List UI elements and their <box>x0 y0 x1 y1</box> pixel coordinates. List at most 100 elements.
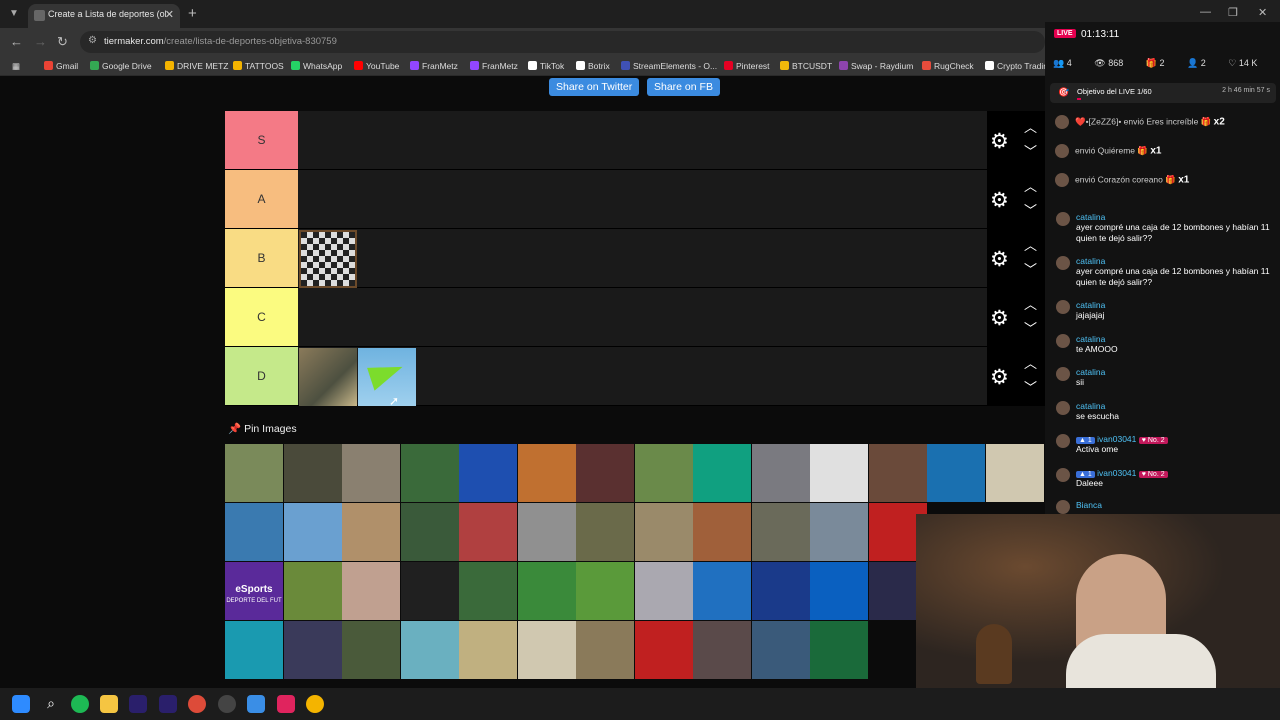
pool-image[interactable] <box>751 503 810 561</box>
spotify-icon[interactable] <box>71 695 89 713</box>
pool-image[interactable] <box>576 503 634 561</box>
chevron-up-icon[interactable]: ︿ <box>1024 117 1037 136</box>
pool-image[interactable] <box>400 562 459 620</box>
file-explorer-icon[interactable] <box>100 695 118 713</box>
tier-label[interactable]: S <box>225 111 298 169</box>
bookmark-5[interactable]: YouTube <box>354 61 399 71</box>
gear-icon[interactable]: ⚙ <box>990 247 1009 272</box>
chevron-up-icon[interactable]: ︿ <box>1024 235 1037 254</box>
bookmark-13[interactable]: Swap - Raydium <box>839 61 913 71</box>
pool-image[interactable] <box>225 444 283 502</box>
pool-image[interactable] <box>634 503 693 561</box>
bookmark-0[interactable]: Gmail <box>44 61 78 71</box>
tier-item-military[interactable] <box>299 348 357 406</box>
pool-image[interactable]: eSports DEPORTE DEL FUT <box>225 562 283 620</box>
pool-image[interactable] <box>693 621 751 679</box>
tier-row-s[interactable]: S <box>225 111 987 170</box>
pool-image[interactable] <box>576 621 634 679</box>
pool-image[interactable] <box>751 621 810 679</box>
chrome-active-icon[interactable] <box>306 695 324 713</box>
pool-image[interactable] <box>985 444 1044 502</box>
tier-label[interactable]: D <box>225 347 298 405</box>
pool-image[interactable] <box>283 503 342 561</box>
avatar[interactable] <box>1056 401 1070 415</box>
pin-images-header[interactable]: 📌 Pin Images <box>228 422 297 435</box>
chevron-down-icon[interactable]: ﹀ <box>1024 318 1037 337</box>
pool-image[interactable] <box>517 621 576 679</box>
pool-image[interactable] <box>283 621 342 679</box>
pool-image[interactable] <box>751 444 810 502</box>
avatar[interactable] <box>1056 367 1070 381</box>
premiere-icon[interactable] <box>129 695 147 713</box>
chevron-up-icon[interactable]: ︿ <box>1024 353 1037 372</box>
tier-item-chess[interactable] <box>299 230 357 288</box>
bookmark-7[interactable]: FranMetz <box>470 61 518 71</box>
pool-image[interactable] <box>868 444 927 502</box>
avatar[interactable] <box>1056 434 1070 448</box>
chevron-up-icon[interactable]: ︿ <box>1024 176 1037 195</box>
avatar[interactable] <box>1056 500 1070 514</box>
pool-image[interactable] <box>342 621 400 679</box>
pool-image[interactable] <box>225 503 283 561</box>
avatar[interactable] <box>1056 256 1070 270</box>
tier-row-c[interactable]: C <box>225 288 987 347</box>
pool-image[interactable] <box>459 444 517 502</box>
window-close-icon[interactable]: ✕ <box>1258 6 1267 19</box>
after-effects-icon[interactable] <box>159 695 177 713</box>
avatar[interactable] <box>1056 212 1070 226</box>
bookmark-3[interactable]: TATTOOS <box>233 61 284 71</box>
bookmark-2[interactable]: DRIVE METZ <box>165 61 228 71</box>
tier-label[interactable]: A <box>225 170 298 228</box>
reload-icon[interactable]: ↻ <box>57 34 68 50</box>
bookmark-4[interactable]: WhatsApp <box>291 61 342 71</box>
pool-image[interactable] <box>751 562 810 620</box>
pool-image[interactable] <box>342 444 400 502</box>
bookmark-8[interactable]: TikTok <box>528 61 564 71</box>
new-tab-button[interactable]: + <box>188 5 197 22</box>
pool-image[interactable] <box>927 444 985 502</box>
minimize-icon[interactable]: — <box>1200 6 1211 18</box>
pool-image[interactable] <box>342 562 400 620</box>
tab-close-icon[interactable]: ✕ <box>165 8 174 21</box>
pool-image[interactable] <box>400 444 459 502</box>
pool-image[interactable] <box>283 562 342 620</box>
avatar[interactable] <box>1056 300 1070 314</box>
pool-image[interactable] <box>810 562 868 620</box>
pool-image[interactable] <box>459 503 517 561</box>
forward-icon[interactable]: → <box>34 34 47 49</box>
live-goal[interactable]: 🎯 Objetivo del LIVE 1/60 2 h 46 min 57 s <box>1050 83 1276 103</box>
tab-search-icon[interactable]: ▼ <box>6 6 22 22</box>
chevron-down-icon[interactable]: ﹀ <box>1024 200 1037 219</box>
gear-icon[interactable]: ⚙ <box>990 129 1009 154</box>
site-info-icon[interactable]: ⚙ <box>88 35 97 46</box>
bookmark-14[interactable]: RugCheck <box>922 61 974 71</box>
share-fb-button[interactable]: Share on FB <box>647 78 720 96</box>
bookmark-6[interactable]: FranMetz <box>410 61 458 71</box>
pool-image[interactable] <box>283 444 342 502</box>
bookmark-9[interactable]: Botrix <box>576 61 610 71</box>
tier-item-hang-gliding[interactable] <box>358 348 416 406</box>
bookmark-15[interactable]: Crypto Tradin <box>985 61 1048 71</box>
pool-image[interactable] <box>459 621 517 679</box>
address-bar[interactable]: ⚙ tiermaker.com/create/lista-de-deportes… <box>80 31 1045 53</box>
pool-image[interactable] <box>810 503 868 561</box>
pool-image[interactable] <box>225 621 283 679</box>
pool-image[interactable] <box>634 621 693 679</box>
search-icon[interactable]: ⌕ <box>42 695 60 713</box>
tier-label[interactable]: B <box>225 229 298 287</box>
obs-icon[interactable] <box>218 695 236 713</box>
maximize-icon[interactable]: ❐ <box>1228 6 1238 19</box>
windows-start-icon[interactable] <box>12 695 30 713</box>
pool-image[interactable] <box>634 444 693 502</box>
chrome-icon[interactable] <box>188 695 206 713</box>
chevron-down-icon[interactable]: ﹀ <box>1024 259 1037 278</box>
chevron-up-icon[interactable]: ︿ <box>1024 294 1037 313</box>
chevron-down-icon[interactable]: ﹀ <box>1024 141 1037 160</box>
bookmark-11[interactable]: Pinterest <box>724 61 770 71</box>
tier-label[interactable]: C <box>225 288 298 346</box>
pool-image[interactable] <box>517 444 576 502</box>
pool-image[interactable] <box>342 503 400 561</box>
tiktok-studio-icon[interactable] <box>277 695 295 713</box>
pool-image[interactable] <box>576 444 634 502</box>
avatar[interactable] <box>1056 334 1070 348</box>
